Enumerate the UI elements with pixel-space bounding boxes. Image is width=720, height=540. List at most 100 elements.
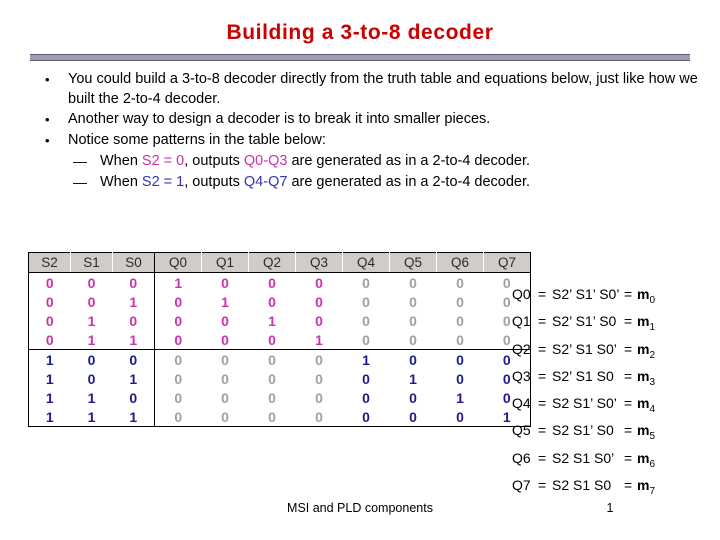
table-cell: 0 <box>112 272 155 292</box>
table-cell: 0 <box>389 349 437 369</box>
table-cell: 0 <box>221 274 229 291</box>
table-cell: 0 <box>362 312 370 329</box>
equals-sign: = <box>538 422 547 439</box>
bullet-text: Another way to design a decoder is to br… <box>68 111 491 127</box>
sub-bullet-suffix: are generated as in a 2-to-4 decoder. <box>287 174 531 190</box>
equals-sign: = <box>624 313 633 330</box>
equals-sign: = <box>538 313 547 330</box>
bullet-marker-icon: • <box>45 72 50 87</box>
table-cell: 0 <box>315 312 323 329</box>
equals-sign: = <box>538 395 547 412</box>
table-column-header-q4: Q4 <box>342 252 390 273</box>
minterm-index: 0 <box>649 294 656 306</box>
equation-minterm: m7 <box>637 477 656 497</box>
table-cell: 0 <box>201 349 249 369</box>
table-cell: 1 <box>456 389 464 406</box>
table-cell: 0 <box>248 349 296 369</box>
table-cell: 0 <box>112 388 155 407</box>
table-cell: 0 <box>456 312 464 329</box>
minterm-index: 7 <box>649 485 656 497</box>
table-column-header-q3: Q3 <box>295 252 343 273</box>
table-cell: 1 <box>28 349 71 369</box>
table-cell: 0 <box>70 349 113 369</box>
equation-line: Q2 = S2’ S1 S0’ = m2 <box>512 339 655 366</box>
equation-output-label: Q0 <box>512 286 531 302</box>
page-number: 1 <box>606 501 614 515</box>
bullet-item: • You could build a 3-to-8 decoder direc… <box>30 70 700 109</box>
table-cell: 0 <box>28 330 71 350</box>
table-cell: 0 <box>201 407 249 427</box>
equation-line: Q6 = S2 S1 S0’ = m6 <box>512 448 655 475</box>
equation-minterm: m2 <box>637 340 656 361</box>
table-cell: 0 <box>315 389 323 406</box>
bullet-list: • You could build a 3-to-8 decoder direc… <box>30 70 700 193</box>
sub-bullet-condition: S2 = 1 <box>141 174 185 190</box>
equation-line: Q4 = S2 S1’ S0’ = m4 <box>512 393 655 420</box>
equals-sign: = <box>624 422 633 439</box>
table-cell: 1 <box>221 293 229 310</box>
sub-bullet-item: — When S2 = 1, outputs Q4-Q7 are generat… <box>30 172 700 193</box>
equation-minterm: m6 <box>637 449 656 470</box>
table-row: 00101000000 <box>28 292 531 311</box>
equation-line: Q0 = S2’ S1’ S0’ = m0 <box>512 284 655 311</box>
table-column-header-q7: Q7 <box>483 252 531 273</box>
equation-minterm: m0 <box>637 286 656 306</box>
table-column-header-s0: S0 <box>112 252 155 273</box>
table-cell: 0 <box>362 370 370 387</box>
bullet-marker-icon: • <box>45 132 50 148</box>
bullet-marker-icon: • <box>45 112 50 127</box>
table-cell: 1 <box>70 407 113 427</box>
table-cell: 0 <box>409 312 417 329</box>
table-cell: 1 <box>112 330 155 350</box>
table-header-row: S2 S1 S0 Q0 Q1 Q2 Q3 Q4 Q5 Q6 Q7 <box>28 252 531 273</box>
table-cell: 1 <box>112 407 155 427</box>
table-row: 10000001000 <box>28 349 531 369</box>
equation-line: Q5 = S2 S1’ S0 = m5 <box>512 420 655 447</box>
sub-bullet-prefix: When <box>100 153 142 169</box>
table-cell: 0 <box>174 389 183 406</box>
table-cell: 0 <box>268 389 276 406</box>
table-cell: 0 <box>174 293 183 310</box>
truth-table: S2 S1 S0 Q0 Q1 Q2 Q3 Q4 Q5 Q6 Q7 00010000000001010… <box>28 252 531 427</box>
equals-sign: = <box>624 449 633 466</box>
equation-product-term: S2 S1’ S0 <box>552 422 614 439</box>
minterm-index: 4 <box>649 403 656 415</box>
equation-output-label: Q5 <box>512 422 531 439</box>
table-cell: 0 <box>295 349 343 369</box>
table-cell: 0 <box>174 312 183 329</box>
table-cell: 0 <box>315 370 323 387</box>
table-cell: 1 <box>28 369 71 388</box>
table-cell: 0 <box>315 293 323 310</box>
sub-bullet-prefix: When <box>100 174 142 190</box>
equation-product-term: S2 S1’ S0’ <box>552 395 617 412</box>
table-body: 0001000000000101000000010001000000110001… <box>28 272 531 427</box>
bullet-item: • Another way to design a decoder is to … <box>30 110 700 130</box>
table-cell: 1 <box>342 349 390 369</box>
equals-sign: = <box>538 367 547 384</box>
sub-bullet-mid: , outputs <box>184 174 244 190</box>
table-cell: 0 <box>315 274 323 291</box>
table-cell: 0 <box>268 331 276 348</box>
table-row: 01000100000 <box>28 311 531 330</box>
bullet-item: • Notice some patterns in the table belo… <box>30 131 700 151</box>
table-cell: 0 <box>221 312 229 329</box>
table-cell: 0 <box>87 293 96 310</box>
minterm-index: 2 <box>649 349 656 361</box>
table-cell: 0 <box>456 331 464 348</box>
table-cell: 0 <box>362 331 370 348</box>
minterm-index: 1 <box>649 322 656 334</box>
minterm-index: 5 <box>649 431 656 443</box>
equals-sign: = <box>624 395 633 412</box>
table-cell: 0 <box>409 274 417 291</box>
table-cell: 0 <box>436 349 484 369</box>
sub-bullet-suffix: are generated as in a 2-to-4 decoder. <box>287 153 531 169</box>
dash-marker-icon: — <box>73 174 87 190</box>
equation-product-term: S2 S1 S0’ <box>552 449 615 466</box>
bullet-text: Notice some patterns in the table below: <box>68 131 326 148</box>
table-cell: 0 <box>268 293 276 310</box>
table-column-header-q5: Q5 <box>389 252 437 273</box>
table-cell: 0 <box>409 293 417 310</box>
equation-output-label: Q4 <box>512 395 531 412</box>
table-cell: 1 <box>315 331 323 348</box>
table-cell: 0 <box>362 274 370 291</box>
